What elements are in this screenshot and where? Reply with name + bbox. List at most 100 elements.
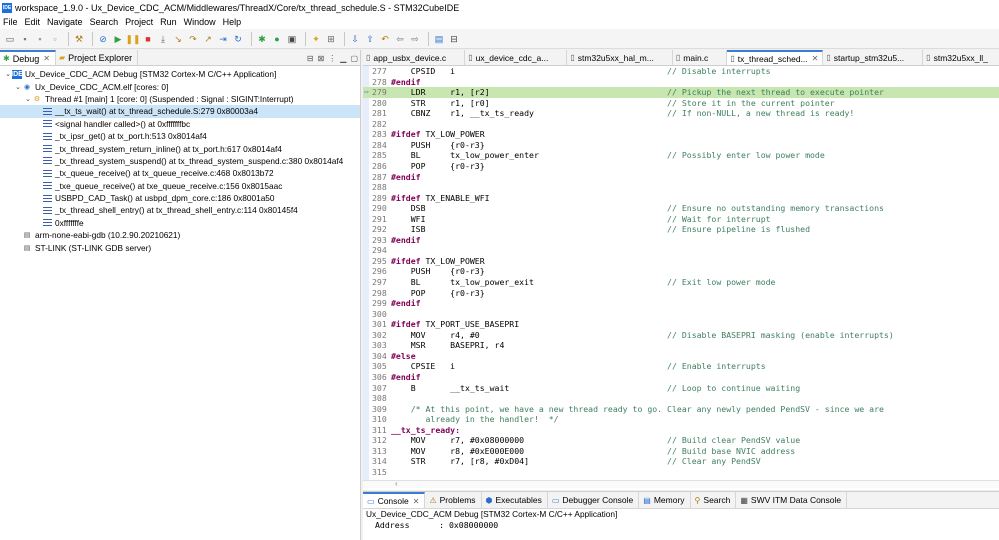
tree-node[interactable]: ⌄ ⚙ Thread #1 [main] 1 [core: 0] (Suspende… bbox=[0, 93, 360, 105]
remove-terminated-icon[interactable]: ⊠ bbox=[318, 54, 325, 63]
horizontal-scrollbar[interactable]: ‹ bbox=[363, 479, 999, 488]
stack-frame-row[interactable]: _tx_thread_system_return_inline() at tx_… bbox=[0, 142, 360, 154]
stack-frame-row[interactable]: _tx_queue_receive() at tx_queue_receive.… bbox=[0, 167, 360, 179]
editor-tab[interactable]: ▯ stm32u5xx_ll_ bbox=[923, 50, 999, 65]
perspective-icon[interactable]: ⊟ bbox=[448, 33, 460, 45]
menu-edit[interactable]: Edit bbox=[25, 17, 41, 27]
maximize-icon[interactable]: ▢ bbox=[350, 54, 358, 63]
editor-tab[interactable]: ▯ main.c bbox=[673, 50, 728, 65]
line-number: 309 bbox=[372, 403, 387, 414]
bottom-tab[interactable]: ⚲ Search bbox=[691, 492, 737, 508]
tree-label: Ux_Device_CDC_ACM.elf [cores: 0] bbox=[35, 81, 169, 92]
menu-project[interactable]: Project bbox=[125, 17, 153, 27]
stack-frame-row[interactable]: <signal handler called>() at 0xfffffffbc bbox=[0, 118, 360, 130]
back-icon[interactable]: ⇦ bbox=[394, 33, 406, 45]
tree-node[interactable]: ▤ arm-none-eabi-gdb (10.2.90.20210621) bbox=[0, 229, 360, 241]
forward-icon[interactable]: ⇨ bbox=[409, 33, 421, 45]
tab-project-explorer[interactable]: ▰ Project Explorer bbox=[56, 50, 139, 65]
next-annotation-icon[interactable]: ⇩ bbox=[349, 33, 361, 45]
open-perspective-icon[interactable]: ▤ bbox=[433, 33, 445, 45]
tree-node[interactable]: ⌄ IDE Ux_Device_CDC_ACM Debug [STM32 Corte… bbox=[0, 68, 360, 80]
editor-tab[interactable]: ▯ ux_device_cdc_a... bbox=[465, 50, 568, 65]
stack-frame-icon bbox=[42, 144, 52, 153]
code-line: 298 POP {r0-r3} bbox=[363, 288, 999, 299]
step-over-icon[interactable]: ↷ bbox=[187, 33, 199, 45]
run-icon[interactable]: ● bbox=[271, 33, 283, 45]
menu-navigate[interactable]: Navigate bbox=[47, 17, 83, 27]
menu-window[interactable]: Window bbox=[184, 17, 216, 27]
close-icon[interactable]: ✕ bbox=[43, 54, 50, 63]
source-file-icon: ▯ bbox=[926, 53, 931, 62]
stack-frame-row[interactable]: _txe_queue_receive() at txe_queue_receiv… bbox=[0, 180, 360, 192]
step-into-icon[interactable]: ↘ bbox=[172, 33, 184, 45]
code-text: __tx_ts_ready: bbox=[391, 424, 461, 435]
bottom-tab[interactable]: ▭ Debugger Console bbox=[548, 492, 640, 508]
minimize-icon[interactable]: ▁ bbox=[340, 54, 346, 63]
bottom-tab-label: Problems bbox=[439, 495, 476, 505]
resume-icon[interactable]: ▶ bbox=[112, 33, 124, 45]
menu-bar: File Edit Navigate Search Project Run Wi… bbox=[0, 15, 999, 29]
line-number: 299 bbox=[372, 298, 387, 309]
editor-tab-label: main.c bbox=[683, 52, 709, 63]
code-line: 281 CBNZ r1, __tx_ts_ready // If non-NUL… bbox=[363, 108, 999, 119]
stack-frame-icon bbox=[42, 156, 52, 165]
close-icon[interactable]: ✕ bbox=[812, 54, 819, 63]
problems-icon: ⚠ bbox=[429, 495, 437, 505]
menu-search[interactable]: Search bbox=[90, 17, 119, 27]
chevron-down-icon[interactable]: ⌄ bbox=[24, 95, 32, 103]
editor-tab[interactable]: ▯ tx_thread_sched... ✕ bbox=[727, 50, 824, 65]
console-panel: ▭ Console ✕ ⚠ Problems ⬢ Executables ▭ Debugger … bbox=[363, 491, 999, 540]
console-title: Ux_Device_CDC_ACM Debug [STM32 Cortex-M … bbox=[366, 509, 618, 519]
tab-debug[interactable]: ✱ Debug ✕ bbox=[0, 50, 56, 65]
code-line: 299 #endif bbox=[363, 298, 999, 309]
new-icon[interactable]: ▭ bbox=[4, 33, 16, 45]
bottom-tab[interactable]: ▭ Console ✕ bbox=[363, 492, 426, 508]
external-tools-icon[interactable]: ▣ bbox=[286, 33, 298, 45]
disconnect-icon[interactable]: ⤓ bbox=[157, 33, 169, 45]
line-number: 292 bbox=[372, 224, 387, 235]
last-edit-icon[interactable]: ↶ bbox=[379, 33, 391, 45]
bottom-tab[interactable]: ⚠ Problems bbox=[425, 492, 482, 508]
collapse-all-icon[interactable]: ⊟ bbox=[307, 54, 314, 63]
build-icon[interactable]: ⚒ bbox=[73, 33, 85, 45]
open-type-icon[interactable]: ⊞ bbox=[325, 33, 337, 45]
ide-logo-icon: IDE bbox=[2, 2, 12, 13]
tree-node[interactable]: ⌄ ◉ Ux_Device_CDC_ACM.elf [cores: 0] bbox=[0, 80, 360, 92]
terminate-icon[interactable]: ■ bbox=[142, 33, 154, 45]
debug-icon[interactable]: ✱ bbox=[256, 33, 268, 45]
menu-help[interactable]: Help bbox=[223, 17, 242, 27]
menu-file[interactable]: File bbox=[3, 17, 18, 27]
skip-breakpoints-icon[interactable]: ⊘ bbox=[97, 33, 109, 45]
tree-node[interactable]: ▤ ST-LINK (ST-LINK GDB server) bbox=[0, 241, 360, 253]
scroll-left-icon[interactable]: ‹ bbox=[395, 479, 398, 488]
suspend-icon[interactable]: ❚❚ bbox=[125, 33, 140, 45]
editor-tab-label: startup_stm32u5... bbox=[833, 52, 905, 63]
bottom-tab[interactable]: ▦ SWV ITM Data Console bbox=[736, 492, 848, 508]
editor-tab[interactable]: ▯ stm32u5xx_hal_m... bbox=[567, 50, 673, 65]
save-all-icon[interactable]: ▪ bbox=[34, 33, 46, 45]
stack-frame-row[interactable]: 0xfffffffe bbox=[0, 217, 360, 229]
save-icon[interactable]: ▪ bbox=[19, 33, 31, 45]
restart-icon[interactable]: ↻ bbox=[232, 33, 244, 45]
bottom-tab[interactable]: ⬢ Executables bbox=[482, 492, 548, 508]
new-wizard-icon[interactable]: ✦ bbox=[310, 33, 322, 45]
chevron-down-icon[interactable]: ⌄ bbox=[14, 83, 22, 91]
bottom-tab[interactable]: ▤ Memory bbox=[639, 492, 691, 508]
stack-frame-row[interactable]: __tx_ts_wait() at tx_thread_schedule.S:2… bbox=[0, 105, 360, 118]
stack-frame-row[interactable]: _tx_thread_shell_entry() at tx_thread_sh… bbox=[0, 204, 360, 216]
stack-frame-row[interactable]: _tx_ipsr_get() at tx_port.h:513 0x8014af… bbox=[0, 130, 360, 142]
stack-frame-row[interactable]: _tx_thread_system_suspend() at tx_thread… bbox=[0, 155, 360, 167]
close-icon[interactable]: ✕ bbox=[413, 497, 420, 506]
instruction-stepping-icon[interactable]: ⇥ bbox=[217, 33, 229, 45]
source-file-icon: ▯ bbox=[366, 53, 371, 62]
step-return-icon[interactable]: ↗ bbox=[202, 33, 214, 45]
menu-run[interactable]: Run bbox=[160, 17, 177, 27]
editor-tab[interactable]: ▯ app_usbx_device.c bbox=[363, 50, 466, 65]
code-area[interactable]: 277 CPSID i // Disable interrupts 278 #end… bbox=[363, 66, 999, 482]
print-icon[interactable]: ▫ bbox=[49, 33, 61, 45]
editor-tab[interactable]: ▯ startup_stm32u5... bbox=[823, 50, 924, 65]
code-text: CBNZ r1, __tx_ts_ready // If non-NULL, a… bbox=[391, 108, 855, 119]
previous-annotation-icon[interactable]: ⇧ bbox=[364, 33, 376, 45]
stack-frame-row[interactable]: USBPD_CAD_Task() at usbpd_dpm_core.c:186… bbox=[0, 192, 360, 204]
view-menu-icon[interactable]: ⋮ bbox=[328, 54, 336, 63]
